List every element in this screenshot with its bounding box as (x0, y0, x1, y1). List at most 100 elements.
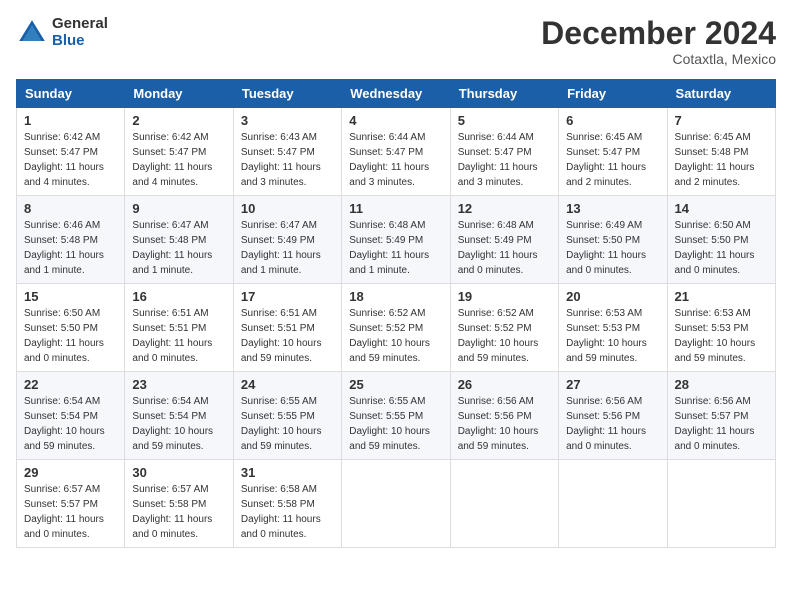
sunrise-label: Sunrise: 6:52 AM (349, 308, 425, 319)
daylight-label: Daylight: 11 hours and 0 minutes. (241, 514, 321, 540)
day-number: 6 (566, 113, 659, 128)
sunrise-label: Sunrise: 6:56 AM (458, 396, 534, 407)
day-number: 28 (675, 377, 768, 392)
daylight-label: Daylight: 10 hours and 59 minutes. (349, 338, 430, 364)
day-number: 7 (675, 113, 768, 128)
sunset-label: Sunset: 5:52 PM (349, 323, 423, 334)
daylight-label: Daylight: 10 hours and 59 minutes. (458, 426, 539, 452)
day-number: 2 (132, 113, 225, 128)
day-info: Sunrise: 6:56 AM Sunset: 5:56 PM Dayligh… (458, 394, 551, 454)
calendar-cell: 4 Sunrise: 6:44 AM Sunset: 5:47 PM Dayli… (342, 108, 450, 196)
sunset-label: Sunset: 5:47 PM (132, 147, 206, 158)
day-info: Sunrise: 6:56 AM Sunset: 5:56 PM Dayligh… (566, 394, 659, 454)
sunrise-label: Sunrise: 6:48 AM (349, 220, 425, 231)
sunset-label: Sunset: 5:48 PM (24, 235, 98, 246)
day-info: Sunrise: 6:45 AM Sunset: 5:47 PM Dayligh… (566, 130, 659, 190)
day-info: Sunrise: 6:43 AM Sunset: 5:47 PM Dayligh… (241, 130, 334, 190)
sunrise-label: Sunrise: 6:54 AM (132, 396, 208, 407)
daylight-label: Daylight: 11 hours and 1 minute. (24, 250, 104, 276)
sunset-label: Sunset: 5:50 PM (566, 235, 640, 246)
day-header-sunday: Sunday (17, 80, 125, 108)
day-number: 17 (241, 289, 334, 304)
sunrise-label: Sunrise: 6:56 AM (566, 396, 642, 407)
day-info: Sunrise: 6:57 AM Sunset: 5:57 PM Dayligh… (24, 482, 117, 542)
title-block: December 2024 Cotaxtla, Mexico (541, 16, 776, 67)
logo-blue-text: Blue (52, 33, 108, 50)
day-info: Sunrise: 6:45 AM Sunset: 5:48 PM Dayligh… (675, 130, 768, 190)
sunset-label: Sunset: 5:53 PM (675, 323, 749, 334)
daylight-label: Daylight: 11 hours and 0 minutes. (566, 250, 646, 276)
daylight-label: Daylight: 11 hours and 0 minutes. (24, 514, 104, 540)
calendar-cell: 22 Sunrise: 6:54 AM Sunset: 5:54 PM Dayl… (17, 372, 125, 460)
calendar-cell: 18 Sunrise: 6:52 AM Sunset: 5:52 PM Dayl… (342, 284, 450, 372)
daylight-label: Daylight: 11 hours and 1 minute. (132, 250, 212, 276)
sunset-label: Sunset: 5:54 PM (132, 411, 206, 422)
calendar-cell: 29 Sunrise: 6:57 AM Sunset: 5:57 PM Dayl… (17, 460, 125, 548)
calendar-cell: 10 Sunrise: 6:47 AM Sunset: 5:49 PM Dayl… (233, 196, 341, 284)
day-info: Sunrise: 6:47 AM Sunset: 5:49 PM Dayligh… (241, 218, 334, 278)
sunset-label: Sunset: 5:55 PM (349, 411, 423, 422)
calendar-cell: 5 Sunrise: 6:44 AM Sunset: 5:47 PM Dayli… (450, 108, 558, 196)
logo-general-text: General (52, 16, 108, 33)
day-info: Sunrise: 6:51 AM Sunset: 5:51 PM Dayligh… (241, 306, 334, 366)
day-header-tuesday: Tuesday (233, 80, 341, 108)
calendar-cell: 15 Sunrise: 6:50 AM Sunset: 5:50 PM Dayl… (17, 284, 125, 372)
calendar-cell (450, 460, 558, 548)
daylight-label: Daylight: 11 hours and 3 minutes. (349, 162, 429, 188)
sunset-label: Sunset: 5:50 PM (675, 235, 749, 246)
day-info: Sunrise: 6:55 AM Sunset: 5:55 PM Dayligh… (349, 394, 442, 454)
day-number: 22 (24, 377, 117, 392)
logo: General Blue (16, 16, 108, 49)
day-info: Sunrise: 6:47 AM Sunset: 5:48 PM Dayligh… (132, 218, 225, 278)
day-header-wednesday: Wednesday (342, 80, 450, 108)
day-number: 27 (566, 377, 659, 392)
calendar-cell: 17 Sunrise: 6:51 AM Sunset: 5:51 PM Dayl… (233, 284, 341, 372)
calendar-cell: 3 Sunrise: 6:43 AM Sunset: 5:47 PM Dayli… (233, 108, 341, 196)
sunrise-label: Sunrise: 6:52 AM (458, 308, 534, 319)
sunset-label: Sunset: 5:57 PM (675, 411, 749, 422)
day-number: 18 (349, 289, 442, 304)
day-number: 12 (458, 201, 551, 216)
sunset-label: Sunset: 5:51 PM (241, 323, 315, 334)
calendar-week-row: 8 Sunrise: 6:46 AM Sunset: 5:48 PM Dayli… (17, 196, 776, 284)
sunset-label: Sunset: 5:49 PM (458, 235, 532, 246)
daylight-label: Daylight: 11 hours and 0 minutes. (132, 338, 212, 364)
sunrise-label: Sunrise: 6:57 AM (132, 484, 208, 495)
day-header-friday: Friday (559, 80, 667, 108)
sunset-label: Sunset: 5:48 PM (132, 235, 206, 246)
sunrise-label: Sunrise: 6:42 AM (132, 132, 208, 143)
calendar-cell: 6 Sunrise: 6:45 AM Sunset: 5:47 PM Dayli… (559, 108, 667, 196)
day-info: Sunrise: 6:48 AM Sunset: 5:49 PM Dayligh… (458, 218, 551, 278)
day-header-saturday: Saturday (667, 80, 775, 108)
daylight-label: Daylight: 11 hours and 4 minutes. (24, 162, 104, 188)
day-info: Sunrise: 6:42 AM Sunset: 5:47 PM Dayligh… (24, 130, 117, 190)
sunrise-label: Sunrise: 6:57 AM (24, 484, 100, 495)
sunrise-label: Sunrise: 6:55 AM (349, 396, 425, 407)
calendar-cell (667, 460, 775, 548)
day-info: Sunrise: 6:55 AM Sunset: 5:55 PM Dayligh… (241, 394, 334, 454)
sunrise-label: Sunrise: 6:45 AM (566, 132, 642, 143)
sunrise-label: Sunrise: 6:51 AM (241, 308, 317, 319)
day-number: 15 (24, 289, 117, 304)
calendar-table: SundayMondayTuesdayWednesdayThursdayFrid… (16, 79, 776, 548)
day-number: 14 (675, 201, 768, 216)
calendar-cell: 16 Sunrise: 6:51 AM Sunset: 5:51 PM Dayl… (125, 284, 233, 372)
calendar-cell: 21 Sunrise: 6:53 AM Sunset: 5:53 PM Dayl… (667, 284, 775, 372)
calendar-cell: 28 Sunrise: 6:56 AM Sunset: 5:57 PM Dayl… (667, 372, 775, 460)
calendar-cell (342, 460, 450, 548)
sunrise-label: Sunrise: 6:44 AM (349, 132, 425, 143)
day-info: Sunrise: 6:42 AM Sunset: 5:47 PM Dayligh… (132, 130, 225, 190)
sunrise-label: Sunrise: 6:53 AM (566, 308, 642, 319)
calendar-cell: 7 Sunrise: 6:45 AM Sunset: 5:48 PM Dayli… (667, 108, 775, 196)
sunset-label: Sunset: 5:54 PM (24, 411, 98, 422)
logo-text: General Blue (52, 16, 108, 49)
calendar-week-row: 15 Sunrise: 6:50 AM Sunset: 5:50 PM Dayl… (17, 284, 776, 372)
sunset-label: Sunset: 5:58 PM (241, 499, 315, 510)
daylight-label: Daylight: 11 hours and 4 minutes. (132, 162, 212, 188)
calendar-cell: 9 Sunrise: 6:47 AM Sunset: 5:48 PM Dayli… (125, 196, 233, 284)
sunrise-label: Sunrise: 6:46 AM (24, 220, 100, 231)
sunset-label: Sunset: 5:47 PM (458, 147, 532, 158)
daylight-label: Daylight: 10 hours and 59 minutes. (24, 426, 105, 452)
sunset-label: Sunset: 5:47 PM (241, 147, 315, 158)
day-info: Sunrise: 6:53 AM Sunset: 5:53 PM Dayligh… (566, 306, 659, 366)
